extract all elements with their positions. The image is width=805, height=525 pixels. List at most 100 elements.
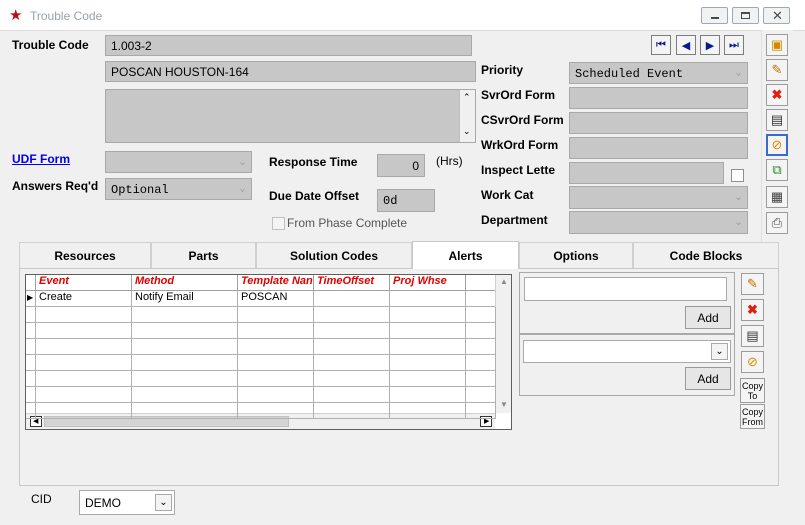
table-cell[interactable] — [390, 371, 466, 387]
tab-alerts[interactable]: Alerts — [412, 241, 519, 269]
row-selector[interactable] — [26, 403, 36, 419]
inspect-letter-field[interactable] — [569, 162, 724, 184]
department-select[interactable]: ⌄ — [569, 211, 748, 234]
maximize-button[interactable] — [732, 7, 759, 24]
save-record-button[interactable]: ▤ — [766, 109, 788, 131]
first-record-button[interactable]: ⏮ — [651, 35, 671, 55]
table-row-template[interactable]: POSCAN — [238, 291, 314, 307]
table-cell[interactable] — [390, 387, 466, 403]
table-cell[interactable] — [238, 387, 314, 403]
table-cell[interactable] — [466, 339, 496, 355]
response-time-field[interactable]: 0 — [377, 154, 425, 177]
table-cell[interactable] — [132, 355, 238, 371]
column-header-template-name[interactable]: Template Nan — [238, 275, 314, 291]
table-cell[interactable] — [132, 371, 238, 387]
table-cell[interactable] — [466, 371, 496, 387]
svrord-form-field[interactable] — [569, 87, 748, 109]
minimize-button[interactable] — [701, 7, 728, 24]
work-cat-select[interactable]: ⌄ — [569, 186, 748, 209]
delete-record-button[interactable]: ✖ — [766, 84, 788, 106]
tab-parts[interactable]: Parts — [151, 242, 256, 268]
column-header-method[interactable]: Method — [132, 275, 238, 291]
close-button[interactable]: ✕ — [763, 7, 790, 24]
udf-form-link[interactable]: UDF Form — [12, 152, 70, 166]
table-cell[interactable] — [466, 355, 496, 371]
table-cell[interactable] — [238, 307, 314, 323]
table-cell[interactable] — [36, 355, 132, 371]
table-cell[interactable] — [36, 307, 132, 323]
row-selector[interactable] — [26, 323, 36, 339]
table-cell[interactable] — [314, 307, 390, 323]
table-cell[interactable] — [390, 403, 466, 419]
table-cell[interactable] — [238, 355, 314, 371]
table-cell[interactable] — [314, 323, 390, 339]
row-selector[interactable]: ▶ — [26, 291, 36, 307]
column-header-proj-whse[interactable]: Proj Whse — [390, 275, 466, 291]
notes-textarea[interactable] — [105, 89, 476, 143]
table-cell[interactable] — [36, 339, 132, 355]
recipient-input[interactable] — [524, 277, 727, 301]
table-cell[interactable] — [390, 307, 466, 323]
next-record-button[interactable]: ▶ — [700, 35, 720, 55]
table-cell[interactable] — [238, 403, 314, 419]
table-cell[interactable] — [36, 323, 132, 339]
table-cell[interactable] — [36, 371, 132, 387]
table-cell[interactable] — [466, 323, 496, 339]
table-cell[interactable] — [314, 339, 390, 355]
copy-to-button[interactable]: Copy To — [740, 378, 765, 403]
previous-record-button[interactable]: ◀ — [676, 35, 696, 55]
new-record-button[interactable]: ▣ — [766, 34, 788, 56]
table-cell[interactable] — [132, 403, 238, 419]
table-row-method[interactable]: Notify Email — [132, 291, 238, 307]
table-row-time-offset[interactable] — [314, 291, 390, 307]
table-cell[interactable] — [238, 371, 314, 387]
table-cell[interactable] — [390, 339, 466, 355]
udf-form-select[interactable]: ⌄ — [105, 151, 252, 173]
table-cell[interactable] — [466, 307, 496, 323]
add-group-button[interactable]: Add — [685, 367, 731, 390]
table-row-event[interactable]: Create — [36, 291, 132, 307]
add-recipient-button[interactable]: Add — [685, 306, 731, 329]
due-date-offset-field[interactable]: 0d — [377, 189, 435, 212]
csvrord-form-field[interactable] — [569, 112, 748, 134]
table-cell[interactable] — [238, 323, 314, 339]
cancel-record-button[interactable]: ⊘ — [766, 134, 788, 156]
row-selector[interactable] — [26, 339, 36, 355]
print-button[interactable]: ⎙ — [766, 212, 788, 234]
table-cell[interactable] — [314, 371, 390, 387]
save-alert-button[interactable]: ▤ — [741, 325, 764, 347]
description-field[interactable]: POSCAN HOUSTON-164 — [105, 61, 476, 82]
table-cell[interactable] — [238, 339, 314, 355]
table-cell[interactable] — [314, 387, 390, 403]
table-cell[interactable] — [132, 387, 238, 403]
group-select[interactable]: ⌄ — [523, 340, 731, 363]
row-selector[interactable] — [26, 355, 36, 371]
table-row-proj-whse[interactable] — [390, 291, 466, 307]
column-header-event[interactable]: Event — [36, 275, 132, 291]
table-cell[interactable] — [36, 403, 132, 419]
table-cell[interactable] — [132, 339, 238, 355]
row-selector[interactable] — [26, 387, 36, 403]
column-header-time-offset[interactable]: TimeOffset — [314, 275, 390, 291]
edit-record-button[interactable]: ✎ — [766, 59, 788, 81]
alerts-grid[interactable]: Event Method Template Nan TimeOffset Pro… — [25, 274, 512, 430]
trouble-code-field[interactable]: 1.003-2 — [105, 35, 472, 56]
row-selector[interactable] — [26, 371, 36, 387]
table-cell[interactable] — [390, 355, 466, 371]
table-cell[interactable] — [390, 323, 466, 339]
notes-scrollbar[interactable]: ⌃ ⌄ — [459, 90, 475, 142]
grid-vertical-scrollbar[interactable]: ▲ ▼ — [495, 275, 511, 413]
delete-alert-button[interactable]: ✖ — [741, 299, 764, 321]
inspect-letter-checkbox[interactable] — [731, 169, 744, 182]
priority-select[interactable]: Scheduled Event ⌄ — [569, 62, 748, 84]
cancel-alert-button[interactable]: ⊘ — [741, 351, 764, 373]
copy-from-button[interactable]: Copy From — [740, 404, 765, 429]
answers-required-select[interactable]: Optional ⌄ — [105, 178, 252, 200]
table-cell[interactable] — [132, 307, 238, 323]
tab-solution-codes[interactable]: Solution Codes — [256, 242, 412, 268]
copy-record-button[interactable]: ⧉ — [766, 159, 788, 181]
cid-select[interactable]: DEMO ⌄ — [79, 490, 175, 515]
table-cell[interactable] — [466, 403, 496, 419]
table-cell[interactable] — [36, 387, 132, 403]
row-selector[interactable] — [26, 307, 36, 323]
